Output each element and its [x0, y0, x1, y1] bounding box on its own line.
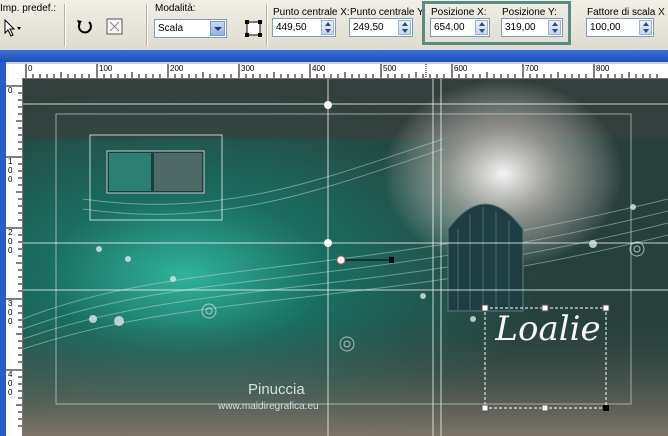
- position-y-input[interactable]: 319,00: [501, 18, 563, 37]
- canvas-artwork: [23, 79, 668, 436]
- ruler-tick: 300: [8, 299, 13, 326]
- position-y-value: 319,00: [505, 22, 536, 33]
- ruler-tick: 200: [8, 228, 13, 255]
- scale-x-input[interactable]: 100,00: [586, 18, 654, 37]
- pos-y-label: Posizione Y:: [502, 7, 557, 18]
- bounding-box-icon: [245, 20, 262, 37]
- spin-arrows-icon[interactable]: [548, 20, 561, 35]
- spin-arrows-icon[interactable]: [321, 20, 334, 35]
- image-canvas[interactable]: Loalie Pinuccia www.maidiregrafica.eu: [23, 79, 668, 436]
- ruler-tick: 600: [454, 64, 468, 73]
- deform-button[interactable]: [104, 16, 126, 38]
- horizontal-ruler: 0 100 200 300 400 500 600 700 800: [22, 64, 668, 79]
- center-y-input[interactable]: 249,50: [349, 18, 413, 37]
- chevron-down-icon: [210, 21, 225, 36]
- ruler-tick: 800: [596, 64, 610, 73]
- center-x-input[interactable]: 449,50: [272, 18, 336, 37]
- toolbar: Imp. predef.: Modalità: Scala Punto cent…: [0, 0, 668, 51]
- spin-arrows-icon[interactable]: [639, 20, 652, 35]
- center-x-label: Punto centrale X:: [273, 7, 350, 18]
- pointer-preset-button[interactable]: [2, 18, 24, 40]
- separator: [64, 4, 66, 46]
- preset-label: Imp. predef.:: [0, 3, 57, 14]
- position-x-value: 654,00: [434, 22, 465, 33]
- position-x-input[interactable]: 654,00: [430, 18, 490, 37]
- ruler-tick: 0: [8, 86, 13, 95]
- ruler-tick: 400: [312, 64, 326, 73]
- watermark-name: Pinuccia: [248, 381, 305, 398]
- vertical-ruler: 0 100 200 300 400: [6, 78, 23, 436]
- ruler-tick: 300: [241, 64, 255, 73]
- reset-icon: [77, 20, 92, 34]
- mode-value: Scala: [158, 23, 184, 34]
- watermark-url: www.maidiregrafica.eu: [218, 401, 319, 412]
- scale-x-value: 100,00: [590, 22, 621, 33]
- separator: [146, 4, 148, 46]
- spin-arrows-icon[interactable]: [398, 20, 411, 35]
- ruler-tick: 0: [28, 64, 33, 73]
- center-y-value: 249,50: [353, 22, 384, 33]
- ruler-tick: 200: [170, 64, 184, 73]
- ruler-tick: 100: [99, 64, 113, 73]
- pos-x-label: Posizione X:: [431, 7, 487, 18]
- ruler-tick: 100: [8, 157, 13, 184]
- ruler-tick: 700: [525, 64, 539, 73]
- brand-text: Loalie: [495, 309, 601, 349]
- separator: [266, 4, 268, 46]
- center-x-value: 449,50: [276, 22, 307, 33]
- spin-arrows-icon[interactable]: [475, 20, 488, 35]
- scale-mode-button[interactable]: [243, 18, 265, 40]
- pointer-icon: [4, 18, 21, 37]
- image-window-titlebar: [0, 50, 668, 62]
- deform-icon: [106, 18, 123, 35]
- scale-x-label: Fattore di scala X (%: [587, 7, 668, 18]
- ruler-corner: [6, 64, 22, 78]
- ruler-tick: 500: [383, 64, 397, 73]
- center-y-label: Punto centrale Y:: [350, 7, 426, 18]
- mode-label: Modalità:: [155, 3, 196, 14]
- ruler-tick: 400: [8, 370, 13, 397]
- mode-select[interactable]: Scala: [154, 19, 227, 38]
- reset-button[interactable]: [73, 16, 95, 38]
